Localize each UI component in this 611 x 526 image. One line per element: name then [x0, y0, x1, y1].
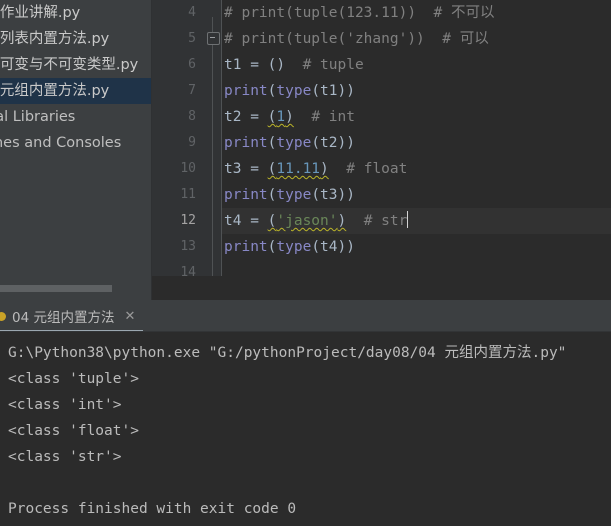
line-number[interactable]: 10 [152, 156, 196, 182]
token: (t4)) [311, 239, 355, 255]
token: type [276, 239, 312, 255]
token: type [276, 135, 312, 151]
code-line-6[interactable]: 6 t1 = () # tuple [152, 52, 611, 78]
token: print [224, 83, 268, 99]
token: # int [311, 109, 355, 125]
line-number[interactable]: 13 [152, 234, 196, 260]
token: 11.11 [276, 161, 321, 177]
token: # float [346, 161, 408, 177]
token: print [224, 239, 268, 255]
code-text[interactable]: t3 = (11.11) # float [224, 156, 407, 182]
code-text[interactable]: print(type(t3)) [224, 182, 355, 208]
run-console-panel: 04 元组内置方法 ✕ G:\Python38\python.exe "G:/p… [0, 300, 611, 526]
code-text[interactable]: print(type(t2)) [224, 130, 355, 156]
token: t1 = [224, 57, 268, 73]
line-number[interactable]: 7 [152, 78, 196, 104]
tree-item-5[interactable]: ches and Consoles [0, 130, 152, 156]
code-line-5[interactable]: 5 # print(tuple('zhang')) # 可以 [152, 26, 611, 52]
token: # print(tuple(123.11)) # 不可以 [224, 5, 495, 21]
text-caret [407, 211, 409, 228]
line-number[interactable]: 5 [152, 26, 196, 52]
line-number[interactable]: 12 [152, 208, 196, 234]
line-number[interactable]: 9 [152, 130, 196, 156]
tree-item-0[interactable]: 1 作业讲解.py [0, 0, 152, 26]
token: (t1)) [311, 83, 355, 99]
token: t4 = [224, 213, 268, 229]
console-output-line-3: <class 'float'> [8, 423, 139, 439]
token: # print(tuple('zhang')) # 可以 [224, 31, 489, 47]
code-text[interactable]: print(type(t1)) [224, 78, 355, 104]
code-line-4[interactable]: 4 # print(tuple(123.11)) # 不可以 [152, 0, 611, 26]
token: # tuple [302, 57, 364, 73]
console-output-line-4: <class 'str'> [8, 449, 122, 465]
tree-item-1[interactable]: 2 列表内置方法.py [0, 26, 152, 52]
close-icon[interactable]: ✕ [124, 310, 135, 323]
code-line-9[interactable]: 9 print(type(t2)) [152, 130, 611, 156]
token: # str [363, 213, 408, 229]
ide-window: 1 作业讲解.py 2 列表内置方法.py 3 可变与不可变类型.py 4 元组内置方… [0, 0, 611, 526]
token: 'jason' [276, 213, 338, 229]
project-tree[interactable]: 1 作业讲解.py 2 列表内置方法.py 3 可变与不可变类型.py 4 元组内置方… [0, 0, 152, 156]
token: () [267, 57, 286, 73]
tree-item-3[interactable]: 4 元组内置方法.py [0, 78, 152, 104]
line-number[interactable]: 11 [152, 182, 196, 208]
token: type [276, 83, 312, 99]
tree-item-2[interactable]: 3 可变与不可变类型.py [0, 52, 152, 78]
code-text[interactable]: print(type(t4)) [224, 234, 355, 260]
line-number[interactable]: 4 [152, 0, 196, 26]
token: t3 = [224, 161, 268, 177]
code-line-7[interactable]: 7 print(type(t1)) [152, 78, 611, 104]
tree-item-4[interactable]: nal Libraries [0, 104, 152, 130]
project-sidebar[interactable]: 1 作业讲解.py 2 列表内置方法.py 3 可变与不可变类型.py 4 元组内置方… [0, 0, 152, 300]
code-editor[interactable]: 4 # print(tuple(123.11)) # 不可以 5 # print(tu… [152, 0, 611, 300]
console-output-line-2: <class 'int'> [8, 397, 122, 413]
fold-collapse-icon[interactable] [207, 32, 220, 45]
tree-item-label: nal Libraries [0, 109, 76, 125]
console-output[interactable]: G:\Python38\python.exe "G:/pythonProject… [0, 332, 611, 526]
tree-item-label: 2 列表内置方法.py [0, 31, 110, 47]
console-output-line-6: Process finished with exit code 0 [8, 501, 297, 517]
editor-empty-area [152, 276, 611, 300]
sidebar-scrollbar-track[interactable] [0, 285, 152, 296]
line-number[interactable]: 8 [152, 104, 196, 130]
token: ) [337, 213, 347, 229]
console-output-line-0: G:\Python38\python.exe "G:/pythonProject… [8, 345, 567, 361]
sidebar-scrollbar-thumb[interactable] [0, 285, 112, 292]
code-line-10[interactable]: 10 t3 = (11.11) # float [152, 156, 611, 182]
code-line-11[interactable]: 11 print(type(t3)) [152, 182, 611, 208]
token: print [224, 187, 268, 203]
code-text[interactable]: # print(tuple('zhang')) # 可以 [224, 26, 489, 52]
code-text[interactable]: t4 = ('jason') # str [224, 208, 409, 234]
console-tab-run[interactable]: 04 元组内置方法 ✕ [0, 302, 145, 330]
run-status-dot-icon [0, 311, 6, 321]
token: 1 [276, 109, 286, 125]
code-line-12[interactable]: 12 t4 = ('jason') # str [152, 208, 611, 234]
token: (t2)) [311, 135, 355, 151]
token: t2 = [224, 109, 268, 125]
token: (t3)) [311, 187, 355, 203]
tree-item-label: 3 可变与不可变类型.py [0, 57, 139, 73]
console-tab-label: 04 元组内置方法 [12, 310, 115, 326]
code-text[interactable]: t2 = (1) # int [224, 104, 355, 130]
token: ) [285, 109, 294, 125]
console-output-line-5 [8, 470, 611, 496]
code-text[interactable]: t1 = () # tuple [224, 52, 364, 78]
line-number[interactable]: 6 [152, 52, 196, 78]
token: print [224, 135, 268, 151]
console-output-line-1: <class 'tuple'> [8, 371, 139, 387]
code-line-8[interactable]: 8 t2 = (1) # int [152, 104, 611, 130]
tree-item-label: ches and Consoles [0, 135, 122, 151]
tree-item-label: 4 元组内置方法.py [0, 83, 110, 99]
tree-item-label: 1 作业讲解.py [0, 5, 81, 21]
token: type [276, 187, 312, 203]
console-tabbar: 04 元组内置方法 ✕ [0, 300, 611, 332]
top-area: 1 作业讲解.py 2 列表内置方法.py 3 可变与不可变类型.py 4 元组内置方… [0, 0, 611, 300]
code-line-13[interactable]: 13 print(type(t4)) [152, 234, 611, 260]
token: ) [320, 161, 329, 177]
code-text[interactable]: # print(tuple(123.11)) # 不可以 [224, 0, 494, 26]
